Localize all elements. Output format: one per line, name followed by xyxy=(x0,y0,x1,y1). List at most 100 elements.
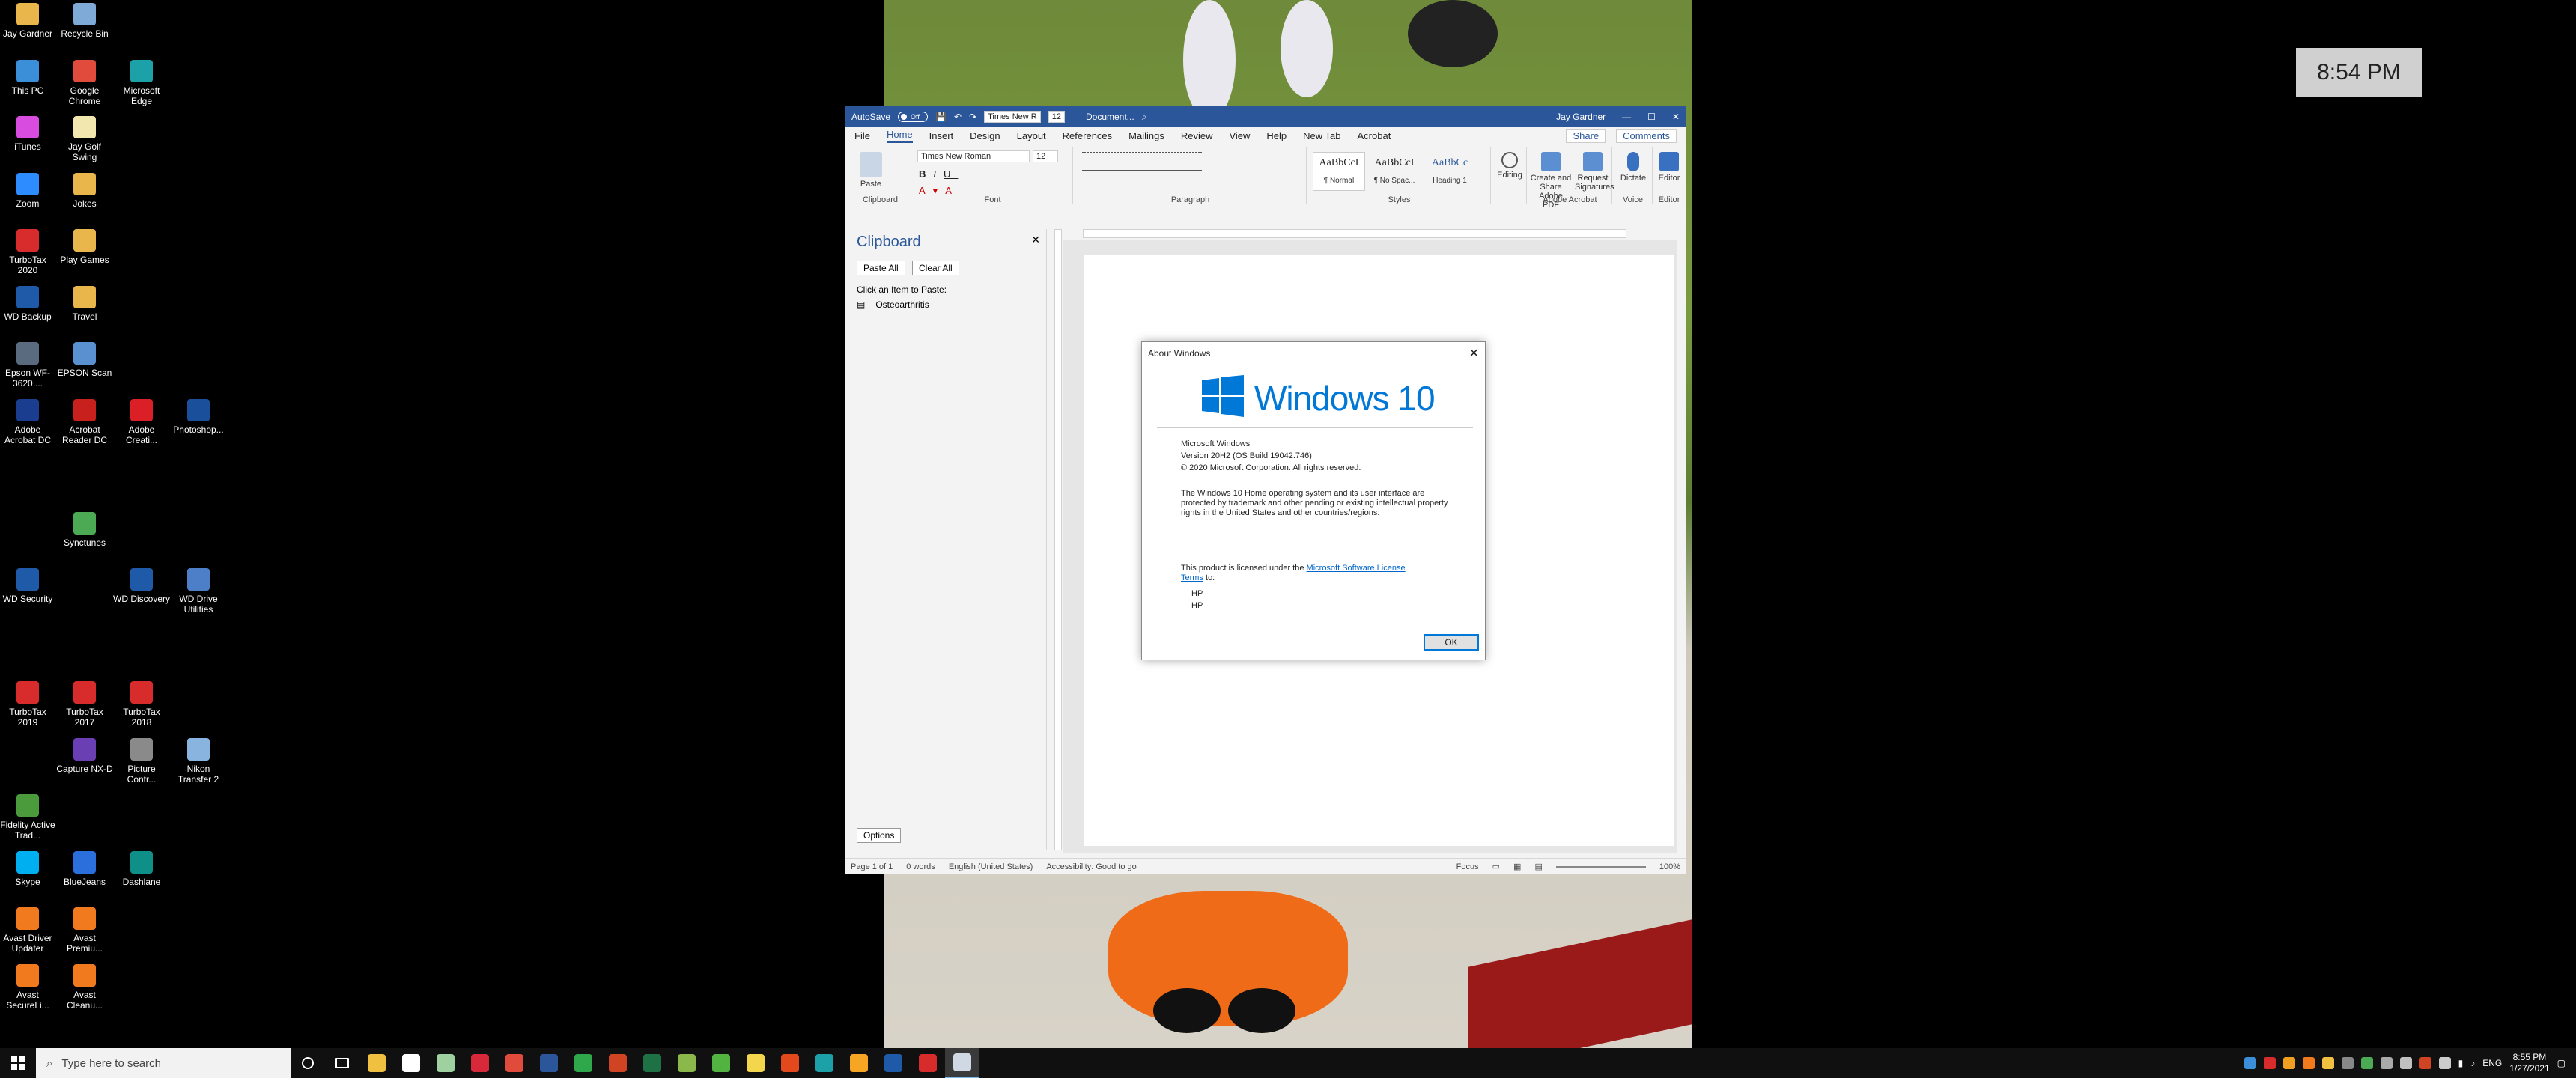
undo-icon[interactable]: ↶ xyxy=(954,112,962,122)
dialog-close-icon[interactable]: ✕ xyxy=(1469,346,1479,361)
comments-button[interactable]: Comments xyxy=(1616,128,1677,143)
desktop-icon[interactable]: Avast Premiu... xyxy=(56,907,113,954)
desktop-icon[interactable]: Avast Driver Updater xyxy=(0,907,56,954)
editor-button[interactable]: Editor xyxy=(1656,152,1683,183)
clipboard-item[interactable]: ▤ Osteoarthritis xyxy=(857,299,929,310)
zoom-slider[interactable] xyxy=(1555,865,1646,868)
qat-size-box[interactable]: 12 xyxy=(1048,111,1065,123)
save-icon[interactable]: 💾 xyxy=(935,112,947,122)
desktop-icon[interactable]: TurboTax 2018 xyxy=(113,681,170,728)
web-layout-icon[interactable]: ▤ xyxy=(1534,862,1542,871)
taskbar-app[interactable] xyxy=(773,1048,807,1078)
list-buttons[interactable] xyxy=(1082,152,1202,162)
cortana-button[interactable] xyxy=(291,1048,325,1078)
search-icon[interactable]: ⌕ xyxy=(1142,112,1147,123)
desktop-icon[interactable]: Acrobat Reader DC xyxy=(56,398,113,445)
desktop-icon[interactable]: Dashlane xyxy=(113,850,170,887)
minimize-icon[interactable]: — xyxy=(1622,112,1631,122)
taskbar-app[interactable] xyxy=(945,1048,979,1078)
desktop-icon[interactable]: Microsoft Edge xyxy=(113,59,170,106)
word-count[interactable]: 0 words xyxy=(906,862,935,871)
desktop-icon[interactable]: Jay Golf Swing xyxy=(56,116,113,162)
desktop-icon[interactable]: This PC xyxy=(0,59,56,96)
desktop-icon[interactable]: Epson WF-3620 ... xyxy=(0,342,56,389)
language[interactable]: English (United States) xyxy=(949,862,1033,871)
taskbar-app[interactable] xyxy=(601,1048,635,1078)
desktop-icon[interactable]: iTunes xyxy=(0,116,56,152)
desktop-icon[interactable]: Recycle Bin xyxy=(56,3,113,39)
read-mode-icon[interactable]: ▭ xyxy=(1492,862,1500,871)
taskbar-app[interactable] xyxy=(669,1048,704,1078)
tab-new-tab[interactable]: New Tab xyxy=(1303,130,1340,141)
style-no-spacing[interactable]: AaBbCcI ¶ No Spac... xyxy=(1368,152,1421,191)
pane-close-icon[interactable]: ✕ xyxy=(1031,234,1040,246)
tab-references[interactable]: References xyxy=(1063,130,1112,141)
desktop-icon[interactable]: Jay Gardner xyxy=(0,3,56,39)
tray-help-icon[interactable] xyxy=(2244,1057,2256,1069)
desktop-icon[interactable]: Play Games xyxy=(56,229,113,265)
input-language[interactable]: ENG xyxy=(2482,1058,2502,1068)
taskbar-app[interactable] xyxy=(635,1048,669,1078)
tab-file[interactable]: File xyxy=(854,130,870,141)
tray-avast-icon[interactable] xyxy=(2302,1057,2315,1069)
tray-app-icon[interactable] xyxy=(2282,1057,2295,1069)
editing-button[interactable]: Editing xyxy=(1495,152,1524,180)
taskbar-app[interactable] xyxy=(738,1048,773,1078)
tab-view[interactable]: View xyxy=(1229,130,1250,141)
tab-mailings[interactable]: Mailings xyxy=(1128,130,1164,141)
tray-dropbox-icon[interactable] xyxy=(2399,1057,2412,1069)
taskbar-app[interactable] xyxy=(566,1048,601,1078)
page-count[interactable]: Page 1 of 1 xyxy=(851,862,893,871)
share-button[interactable]: Share xyxy=(1566,128,1606,143)
ok-button[interactable]: OK xyxy=(1424,634,1479,651)
desktop-icon[interactable]: WD Backup xyxy=(0,285,56,322)
zoom-level[interactable]: 100% xyxy=(1659,862,1680,871)
tray-usb-icon[interactable] xyxy=(2380,1057,2393,1069)
start-button[interactable] xyxy=(0,1048,36,1078)
tab-acrobat[interactable]: Acrobat xyxy=(1358,130,1391,141)
tray-folder-icon[interactable] xyxy=(2321,1057,2334,1069)
taskbar-app[interactable] xyxy=(463,1048,497,1078)
tray-turbotax-icon[interactable] xyxy=(2263,1057,2276,1069)
desktop-icon[interactable]: Adobe Acrobat DC xyxy=(0,398,56,445)
tray-chevron-icon[interactable] xyxy=(2438,1057,2451,1069)
taskbar-app[interactable] xyxy=(911,1048,945,1078)
user-name[interactable]: Jay Gardner xyxy=(1556,112,1606,122)
desktop-icon[interactable]: TurboTax 2020 xyxy=(0,229,56,275)
desktop-icon[interactable]: Synctunes xyxy=(56,511,113,548)
desktop-icon[interactable]: Adobe Creati... xyxy=(113,398,170,445)
desktop-icon[interactable]: EPSON Scan xyxy=(56,342,113,378)
maximize-icon[interactable]: ☐ xyxy=(1647,112,1656,122)
desktop-icon[interactable]: Nikon Transfer 2 xyxy=(170,737,227,785)
font-name-box[interactable]: Times New Roman xyxy=(917,150,1030,162)
desktop-icon[interactable]: WD Discovery xyxy=(113,568,170,604)
tab-layout[interactable]: Layout xyxy=(1017,130,1046,141)
paste-all-button[interactable]: Paste All xyxy=(857,261,905,275)
desktop-icon[interactable]: Avast Cleanu... xyxy=(56,963,113,1011)
options-button[interactable]: Options xyxy=(857,828,902,843)
desktop-icon[interactable]: BlueJeans xyxy=(56,850,113,887)
desktop-icon[interactable]: Jokes xyxy=(56,172,113,209)
task-view-button[interactable] xyxy=(325,1048,359,1078)
redo-icon[interactable]: ↷ xyxy=(969,112,976,122)
taskbar-app[interactable] xyxy=(876,1048,911,1078)
paste-button[interactable]: Paste xyxy=(856,152,886,189)
tray-sync-icon[interactable] xyxy=(2360,1057,2373,1069)
taskbar-app[interactable] xyxy=(497,1048,532,1078)
taskbar-app[interactable] xyxy=(532,1048,566,1078)
desktop-icon[interactable]: TurboTax 2017 xyxy=(56,681,113,728)
style-heading-1[interactable]: AaBbCc Heading 1 xyxy=(1424,152,1476,191)
taskbar-app[interactable] xyxy=(359,1048,394,1078)
taskbar-search[interactable]: ⌕ Type here to search xyxy=(36,1048,291,1078)
request-signatures-button[interactable]: Request Signatures xyxy=(1575,152,1614,192)
desktop-icon[interactable]: Avast SecureLi... xyxy=(0,963,56,1011)
desktop-icon[interactable]: WD Drive Utilities xyxy=(170,568,227,615)
desktop-icon[interactable]: Capture NX-D xyxy=(56,737,113,774)
taskbar-app[interactable] xyxy=(428,1048,463,1078)
tray-office-icon[interactable] xyxy=(2419,1057,2431,1069)
desktop-icon[interactable]: Picture Contr... xyxy=(113,737,170,785)
taskbar-app[interactable] xyxy=(807,1048,842,1078)
desktop-icon[interactable]: Photoshop... xyxy=(170,398,227,435)
notifications-icon[interactable]: ▢ xyxy=(2557,1058,2566,1068)
font-size-box[interactable]: 12 xyxy=(1033,150,1058,162)
